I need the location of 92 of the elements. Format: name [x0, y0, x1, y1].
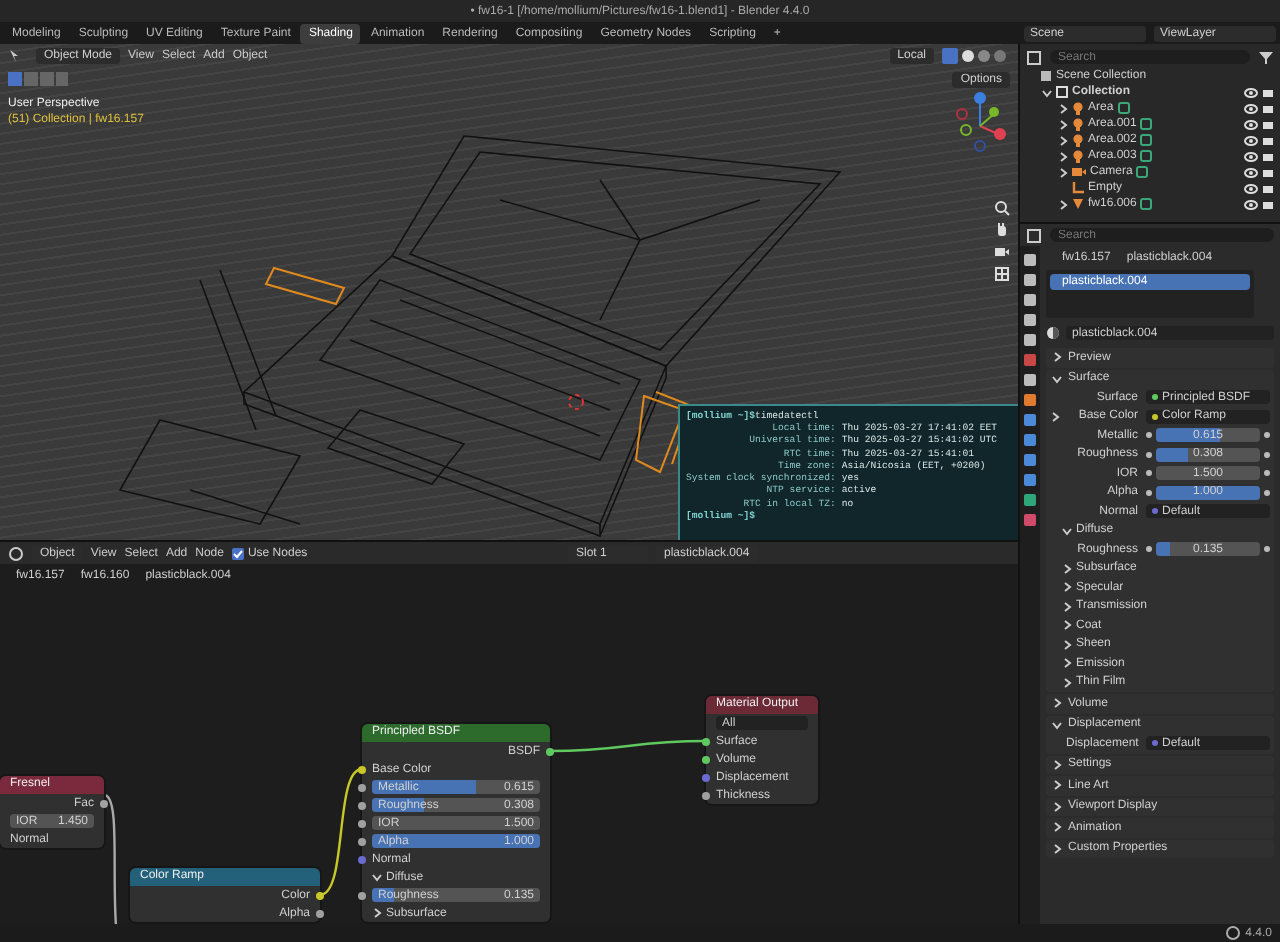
grid-icon[interactable] [994, 266, 1010, 282]
socket-icon[interactable] [316, 891, 324, 899]
chevron-icon[interactable] [1049, 411, 1059, 422]
chevron-icon[interactable] [1052, 373, 1062, 384]
chevron-icon[interactable] [1058, 151, 1068, 161]
node-link [319, 767, 363, 897]
chevron-icon[interactable] [1062, 658, 1072, 669]
chevron-icon[interactable] [372, 872, 382, 882]
chevron-icon[interactable] [1058, 167, 1068, 177]
box-icon [1040, 70, 1052, 82]
square-icon[interactable] [1024, 314, 1036, 326]
eye-icon[interactable] [1244, 119, 1258, 129]
chevron-icon[interactable] [1062, 563, 1072, 574]
editor-type-icon[interactable] [1026, 227, 1042, 243]
square-icon[interactable] [1024, 334, 1036, 346]
sphere-icon[interactable] [1046, 326, 1060, 340]
editor-type-icon[interactable] [8, 545, 24, 561]
dot-icon[interactable] [1146, 489, 1152, 496]
chevron-icon[interactable] [1058, 103, 1068, 113]
socket-icon[interactable] [358, 765, 366, 773]
chevron-icon[interactable] [1052, 719, 1062, 730]
socket-icon[interactable] [546, 747, 554, 755]
socket-icon[interactable] [702, 755, 710, 763]
dot-icon[interactable] [1264, 470, 1270, 477]
chevron-icon[interactable] [1062, 601, 1072, 612]
camera-icon[interactable] [994, 244, 1010, 260]
camera-icon [1072, 166, 1086, 178]
eye-icon[interactable] [1244, 135, 1258, 145]
filter-icon[interactable] [1258, 49, 1274, 65]
socket-icon[interactable] [358, 783, 366, 791]
eye-icon[interactable] [1244, 103, 1258, 113]
square-icon[interactable] [1024, 414, 1036, 426]
chevron-icon[interactable] [1062, 677, 1072, 688]
square-icon[interactable] [1024, 494, 1036, 506]
dot-icon[interactable] [1146, 432, 1152, 439]
square-icon[interactable] [1024, 254, 1036, 266]
chevron-icon[interactable] [1058, 199, 1068, 209]
chevron-icon[interactable] [1052, 698, 1062, 709]
socket-icon[interactable] [100, 799, 108, 807]
square-icon[interactable] [1024, 274, 1036, 286]
chevron-icon[interactable] [1052, 801, 1062, 812]
chevron-icon[interactable] [1052, 822, 1062, 833]
square-icon[interactable] [1024, 454, 1036, 466]
chevron-icon[interactable] [372, 908, 382, 918]
chevron-icon[interactable] [1042, 87, 1052, 97]
crosshair-icon [568, 394, 584, 410]
chevron-icon[interactable] [1052, 843, 1062, 854]
socket-icon[interactable] [702, 737, 710, 745]
magnifier-icon[interactable] [994, 200, 1010, 216]
chevron-icon[interactable] [1058, 135, 1068, 145]
square-icon[interactable] [1024, 514, 1036, 526]
square-icon[interactable] [1024, 434, 1036, 446]
chevron-icon[interactable] [1058, 119, 1068, 129]
socket-icon[interactable] [702, 791, 710, 799]
chevron-icon[interactable] [1062, 620, 1072, 631]
shading-icons-drawing[interactable] [942, 48, 1010, 64]
chevron-icon[interactable] [1062, 639, 1072, 650]
hand-icon[interactable] [994, 222, 1010, 238]
chevron-icon[interactable] [1062, 525, 1072, 536]
axis-gizmo-drawing [956, 92, 1006, 152]
axes-icon [1072, 182, 1084, 194]
chevron-icon[interactable] [1062, 582, 1072, 593]
editor-type-icon[interactable] [1026, 49, 1042, 65]
eye-icon[interactable] [1244, 199, 1258, 209]
checkmark-icon [231, 547, 244, 559]
dot-icon[interactable] [1146, 546, 1152, 553]
dot-icon[interactable] [1264, 451, 1270, 458]
chevron-icon[interactable] [1052, 352, 1062, 363]
box-icon [1056, 86, 1068, 98]
chevron-icon[interactable] [1052, 780, 1062, 791]
square-icon[interactable] [1024, 354, 1036, 366]
square-icon[interactable] [1024, 374, 1036, 386]
chevron-icon[interactable] [1052, 759, 1062, 770]
square-icon[interactable] [1024, 394, 1036, 406]
socket-icon[interactable] [358, 891, 366, 899]
dot-icon[interactable] [1264, 546, 1270, 553]
eye-icon[interactable] [1244, 151, 1258, 161]
triangle-icon [1072, 198, 1084, 210]
socket-icon[interactable] [358, 819, 366, 827]
eye-icon[interactable] [1244, 87, 1258, 97]
eye-icon[interactable] [1244, 183, 1258, 193]
socket-icon[interactable] [358, 801, 366, 809]
square-icon[interactable] [1024, 294, 1036, 306]
dot-icon[interactable] [1146, 451, 1152, 458]
eye-icon[interactable] [1244, 167, 1258, 177]
dot-icon[interactable] [1264, 432, 1270, 439]
socket-icon[interactable] [316, 909, 324, 917]
socket-icon[interactable] [358, 837, 366, 845]
data-icon[interactable] [1140, 198, 1153, 210]
dot-icon[interactable] [1146, 470, 1152, 477]
square-icon[interactable] [1024, 474, 1036, 486]
dot-icon[interactable] [1264, 489, 1270, 496]
